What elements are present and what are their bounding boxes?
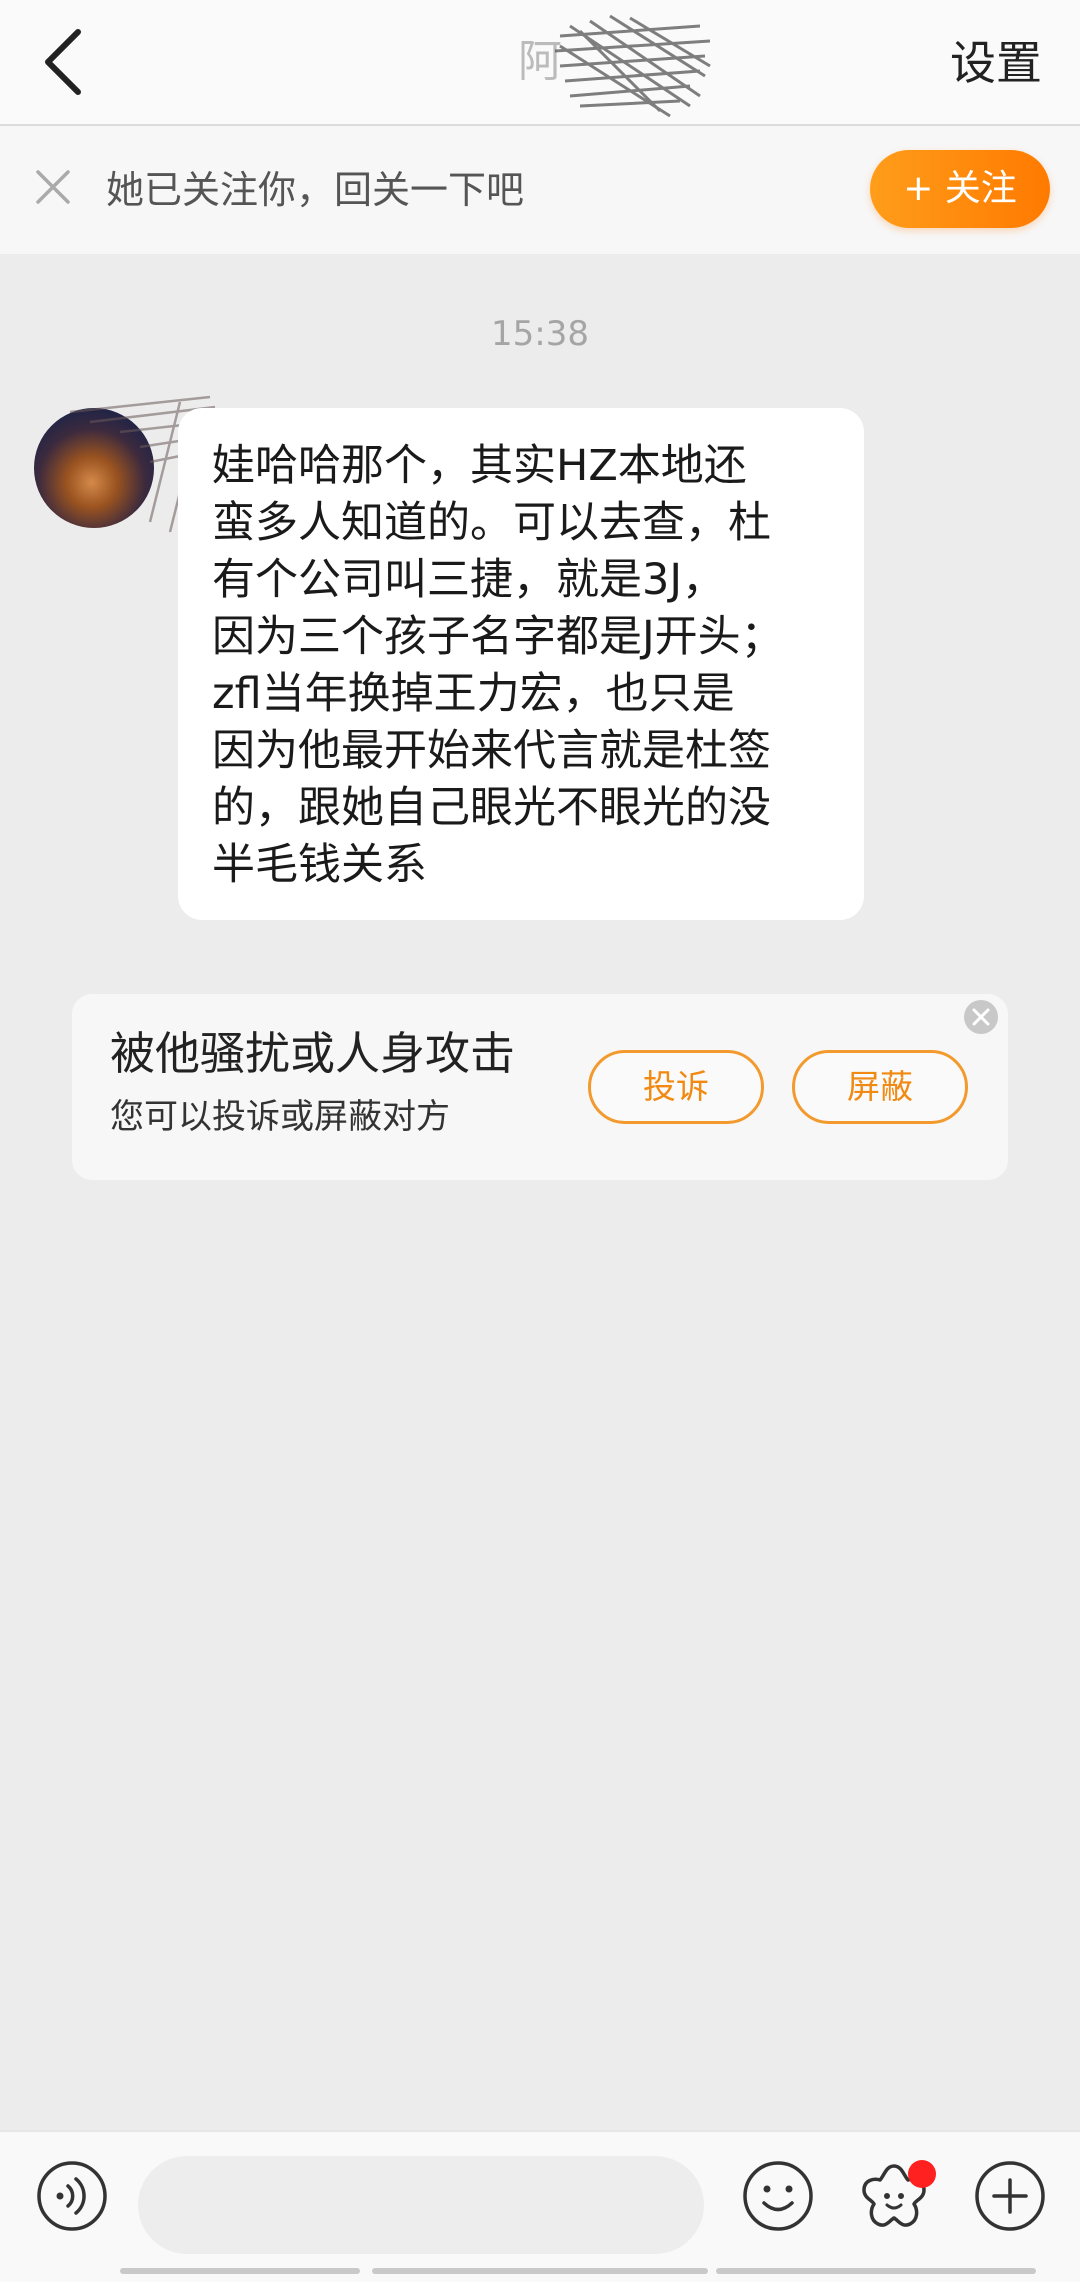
emoji-icon [743, 2161, 813, 2231]
message-line: 因为他最开始来代言就是杜签 [212, 726, 771, 776]
message-line: 蛮多人知道的。可以去查，杜 [212, 498, 771, 548]
follow-button[interactable]: + 关注 [870, 150, 1050, 228]
report-card-close-button[interactable] [962, 998, 1000, 1036]
nav-hint-bar [716, 2268, 1036, 2274]
settings-button[interactable]: 设置 [950, 28, 1042, 98]
message-bubble[interactable]: 娃哈哈那个，其实HZ本地还 蛮多人知道的。可以去查，杜 有个公司叫三捷，就是3J… [178, 408, 864, 920]
message-line: 半毛钱关系 [212, 840, 427, 890]
input-bar [0, 2130, 1080, 2282]
nav-hint-bar [120, 2268, 360, 2274]
header: 阿 设置 [0, 0, 1080, 126]
report-card-subtitle: 您可以投诉或屏蔽对方 [110, 1097, 450, 1137]
notification-dot [908, 2160, 936, 2188]
report-card: 被他骚扰或人身攻击 您可以投诉或屏蔽对方 投诉 屏蔽 [72, 994, 1008, 1180]
message-line: 娃哈哈那个，其实HZ本地还 [212, 441, 747, 491]
more-button[interactable] [972, 2158, 1048, 2234]
dismiss-banner-button[interactable] [30, 164, 76, 210]
message-line: 有个公司叫三捷，就是3J， [212, 555, 726, 605]
message-timestamp: 15:38 [491, 314, 589, 354]
emoji-button[interactable] [740, 2158, 816, 2234]
voice-button[interactable] [34, 2158, 110, 2234]
message-input[interactable] [138, 2156, 704, 2254]
follow-back-text: 她已关注你，回关一下吧 [106, 168, 525, 212]
redaction-scribble [554, 14, 711, 118]
message-line: 因为三个孩子名字都是J开头； [212, 612, 784, 662]
nav-hint-bar [372, 2268, 708, 2274]
report-card-title: 被他骚扰或人身攻击 [110, 1027, 516, 1080]
voice-icon [37, 2161, 107, 2231]
close-circle-icon [964, 1000, 998, 1034]
block-button[interactable]: 屏蔽 [792, 1050, 968, 1124]
close-icon [36, 170, 70, 204]
plus-icon [975, 2161, 1045, 2231]
follow-back-banner: 她已关注你，回关一下吧 + 关注 [0, 126, 1080, 254]
back-button[interactable] [28, 22, 108, 102]
message-line: zfl当年换掉王力宏，也只是 [212, 669, 735, 719]
message-line: 的，跟她自己眼光不眼光的没 [212, 783, 771, 833]
chevron-left-icon [45, 29, 81, 95]
complain-button[interactable]: 投诉 [588, 1050, 764, 1124]
